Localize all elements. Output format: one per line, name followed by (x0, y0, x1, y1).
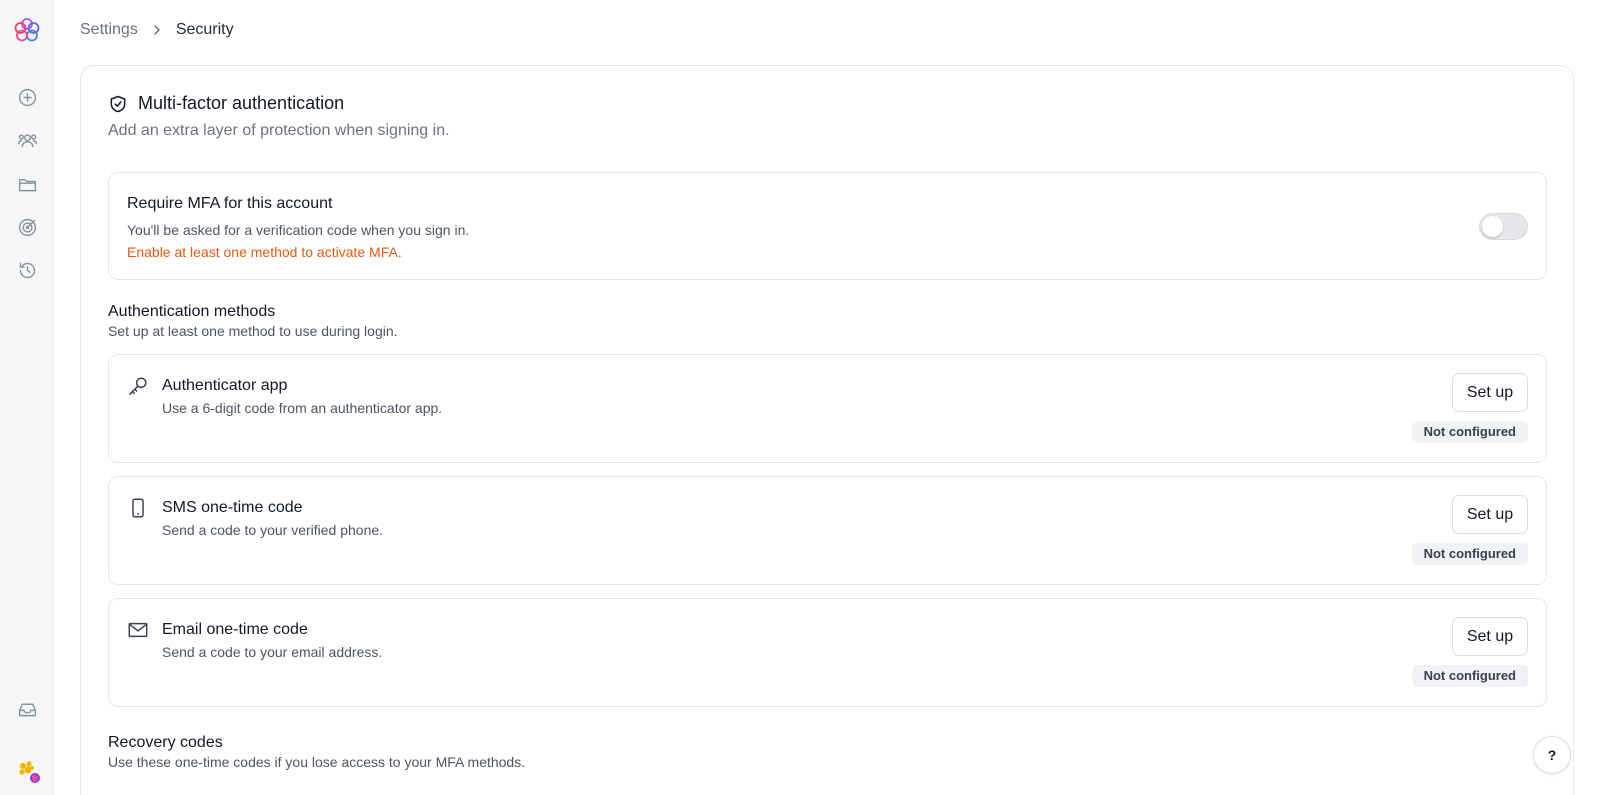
method-authenticator-app: Authenticator app Use a 6-digit code fro… (108, 354, 1547, 463)
breadcrumb-settings[interactable]: Settings (80, 21, 138, 39)
method-title: Authenticator app (162, 377, 288, 394)
status-badge: Not configured (1411, 543, 1528, 565)
method-description: Send a code to your verified phone. (162, 522, 384, 538)
help-button[interactable]: ? (1533, 736, 1571, 774)
target-icon[interactable] (14, 214, 40, 240)
history-icon[interactable] (14, 257, 40, 283)
phone-icon (127, 497, 149, 519)
methods-title: Authentication methods (108, 303, 276, 320)
mfa-title: Multi-factor authentication (138, 93, 345, 113)
inbox-icon[interactable] (14, 696, 40, 722)
mfa-subtitle: Add an extra layer of protection when si… (108, 122, 450, 139)
mfa-card: Multi-factor authentication Add an extra… (80, 65, 1574, 795)
require-mfa-description: You'll be asked for a verification code … (127, 222, 470, 238)
methods-subtitle: Set up at least one method to use during… (108, 323, 398, 339)
require-mfa-panel: Require MFA for this account You'll be a… (108, 172, 1547, 280)
email-setup-button[interactable]: Set up (1452, 617, 1528, 656)
mfa-header: Multi-factor authentication (108, 93, 344, 114)
method-description: Send a code to your email address. (162, 644, 383, 660)
status-badge: Not configured (1411, 665, 1528, 687)
avatar[interactable] (15, 758, 41, 784)
new-item-icon[interactable] (14, 84, 40, 110)
sidebar-rail (0, 0, 54, 795)
key-icon (127, 375, 149, 397)
users-icon[interactable] (14, 127, 40, 153)
require-mfa-title: Require MFA for this account (127, 195, 333, 212)
method-title: SMS one-time code (162, 499, 303, 516)
method-email: Email one-time code Send a code to your … (108, 598, 1547, 707)
recovery-subtitle: Use these one-time codes if you lose acc… (108, 754, 526, 770)
require-mfa-warning: Enable at least one method to activate M… (127, 244, 402, 260)
status-badge: Not configured (1411, 421, 1528, 443)
breadcrumb-current: Security (175, 21, 234, 38)
require-mfa-toggle[interactable] (1479, 213, 1528, 240)
chevron-right-icon (152, 24, 162, 36)
mail-icon (127, 619, 149, 641)
recovery-title: Recovery codes (108, 734, 223, 751)
sms-setup-button[interactable]: Set up (1452, 495, 1528, 534)
breadcrumb: Settings Security (80, 19, 234, 41)
app-logo-icon[interactable] (12, 16, 42, 46)
method-sms: SMS one-time code Send a code to your ve… (108, 476, 1547, 585)
authenticator-setup-button[interactable]: Set up (1452, 373, 1528, 412)
method-title: Email one-time code (162, 621, 308, 638)
method-description: Use a 6-digit code from an authenticator… (162, 400, 443, 416)
toggle-knob (1482, 216, 1503, 237)
shield-check-icon (110, 95, 126, 112)
folder-icon[interactable] (14, 171, 40, 197)
